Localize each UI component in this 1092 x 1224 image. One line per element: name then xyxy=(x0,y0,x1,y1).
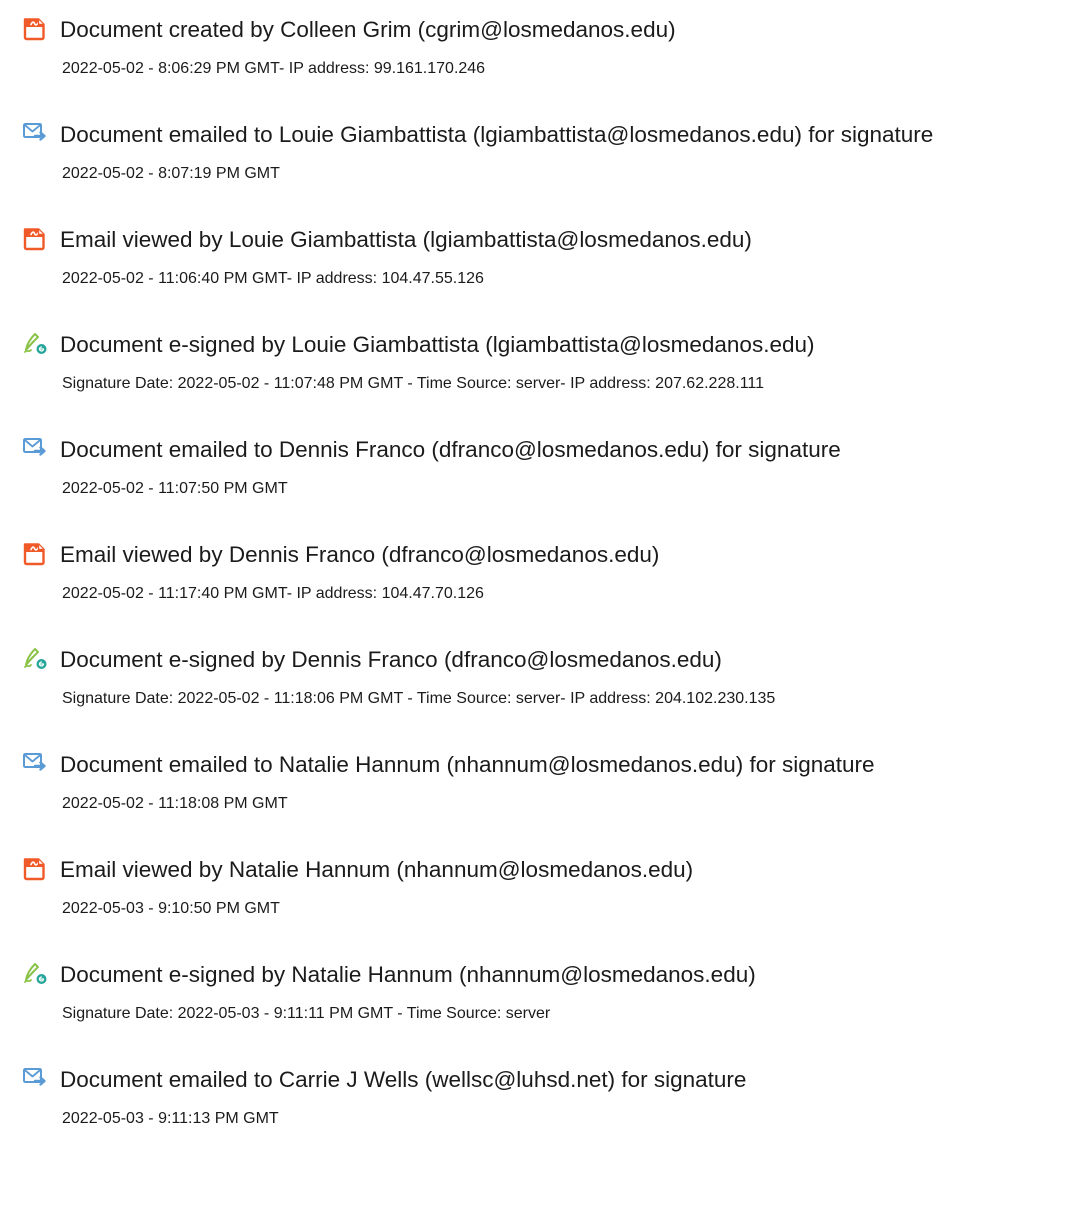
entry-title: Document emailed to Dennis Franco (dfran… xyxy=(60,437,841,462)
entry-title: Email viewed by Louie Giambattista (lgia… xyxy=(60,227,752,252)
email-sent-icon xyxy=(22,435,48,461)
entry-title: Document e-signed by Dennis Franco (dfra… xyxy=(60,647,722,672)
document-icon xyxy=(22,855,48,881)
entry-detail: 2022-05-02 - 8:07:19 PM GMT xyxy=(62,165,280,182)
entry-detail: 2022-05-02 - 11:18:08 PM GMT xyxy=(62,795,288,812)
entry-title: Document e-signed by Louie Giambattista … xyxy=(60,332,815,357)
entry-detail: 2022-05-02 - 11:06:40 PM GMT- IP address… xyxy=(62,270,484,287)
document-icon xyxy=(22,15,48,41)
document-icon xyxy=(22,225,48,251)
email-sent-icon xyxy=(22,1065,48,1091)
log-entry: Document created by Colleen Grim (cgrim@… xyxy=(22,10,1092,90)
log-entry: Document emailed to Carrie J Wells (well… xyxy=(22,1060,1092,1140)
log-entry: Email viewed by Louie Giambattista (lgia… xyxy=(22,220,1092,300)
pen-signature-icon xyxy=(22,330,48,356)
entry-detail: 2022-05-03 - 9:11:13 PM GMT xyxy=(62,1110,279,1127)
entry-title: Document emailed to Carrie J Wells (well… xyxy=(60,1067,747,1092)
entry-detail: 2022-05-03 - 9:10:50 PM GMT xyxy=(62,900,280,917)
entry-detail: Signature Date: 2022-05-03 - 9:11:11 PM … xyxy=(62,1005,551,1022)
entry-detail: Signature Date: 2022-05-02 - 11:07:48 PM… xyxy=(62,375,765,392)
email-sent-icon xyxy=(22,120,48,146)
entry-title: Document e-signed by Natalie Hannum (nha… xyxy=(60,962,756,987)
log-entry: Email viewed by Dennis Franco (dfranco@l… xyxy=(22,535,1092,615)
entry-title: Email viewed by Natalie Hannum (nhannum@… xyxy=(60,857,694,882)
log-entry: Document emailed to Dennis Franco (dfran… xyxy=(22,430,1092,510)
pen-signature-icon xyxy=(22,960,48,986)
log-entry: Document e-signed by Louie Giambattista … xyxy=(22,325,1092,405)
entry-title: Document emailed to Natalie Hannum (nhan… xyxy=(60,752,875,777)
log-entry: Document e-signed by Natalie Hannum (nha… xyxy=(22,955,1092,1035)
pen-signature-icon xyxy=(22,645,48,671)
log-entry: Email viewed by Natalie Hannum (nhannum@… xyxy=(22,850,1092,930)
log-entry: Document emailed to Louie Giambattista (… xyxy=(22,115,1092,195)
entry-title: Email viewed by Dennis Franco (dfranco@l… xyxy=(60,542,660,567)
entry-title: Document created by Colleen Grim (cgrim@… xyxy=(60,17,676,42)
entry-detail: 2022-05-02 - 8:06:29 PM GMT- IP address:… xyxy=(62,60,486,77)
entry-title: Document emailed to Louie Giambattista (… xyxy=(60,122,934,147)
entry-detail: 2022-05-02 - 11:17:40 PM GMT- IP address… xyxy=(62,585,484,602)
log-entry: Document emailed to Natalie Hannum (nhan… xyxy=(22,745,1092,825)
email-sent-icon xyxy=(22,750,48,776)
entry-detail: 2022-05-02 - 11:07:50 PM GMT xyxy=(62,480,288,497)
entry-detail: Signature Date: 2022-05-02 - 11:18:06 PM… xyxy=(62,690,776,707)
document-icon xyxy=(22,540,48,566)
log-entry: Document e-signed by Dennis Franco (dfra… xyxy=(22,640,1092,720)
